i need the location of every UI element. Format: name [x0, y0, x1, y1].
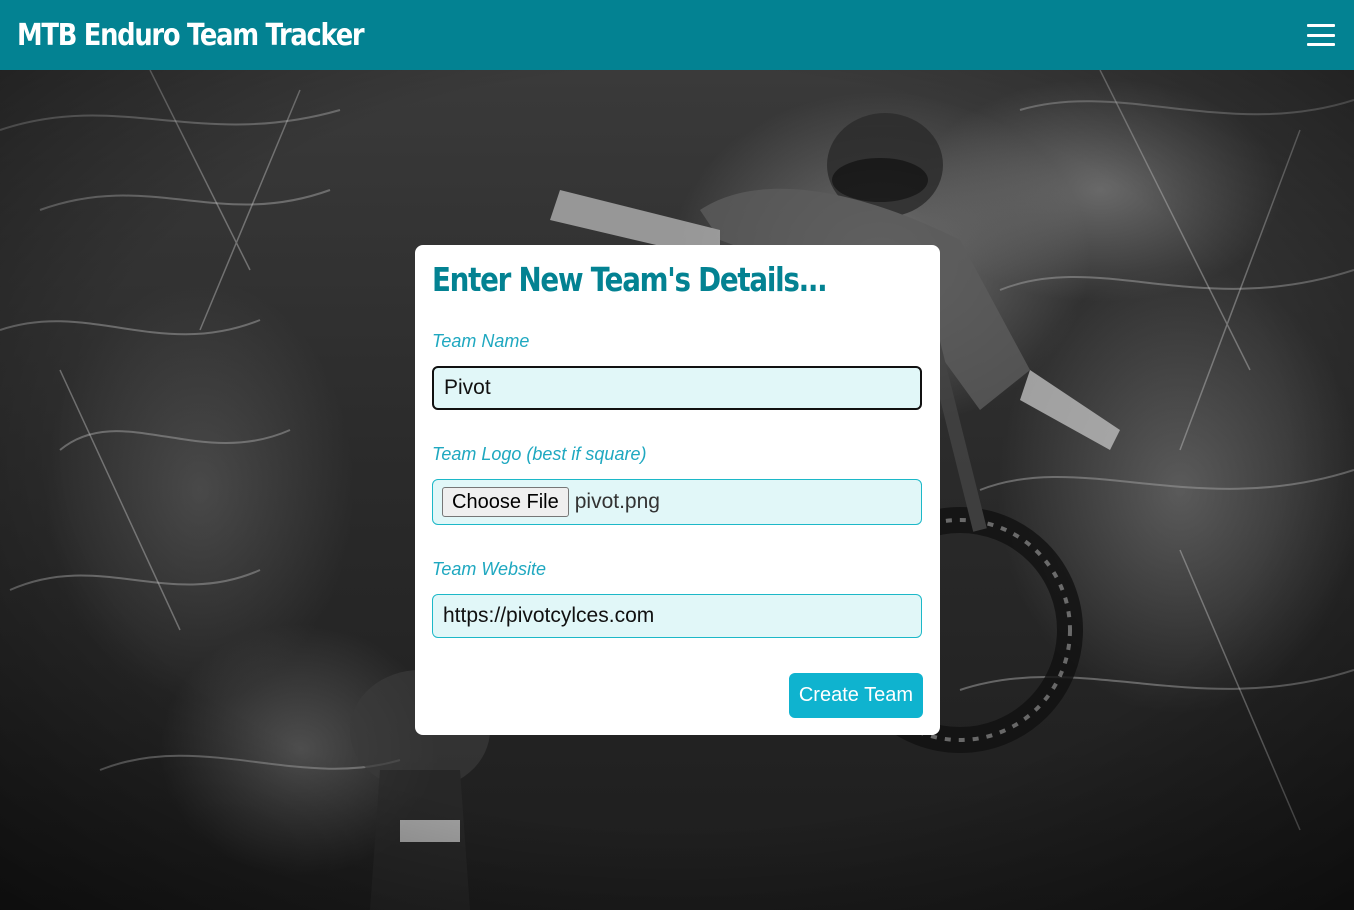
team-logo-file-input[interactable]: Choose File pivot.png	[432, 479, 922, 525]
navbar: MTB Enduro Team Tracker	[0, 0, 1354, 70]
choose-file-button[interactable]: Choose File	[442, 487, 569, 517]
hamburger-menu-icon[interactable]	[1307, 22, 1337, 48]
selected-file-name: pivot.png	[574, 490, 660, 513]
team-name-label: Team Name	[432, 331, 530, 351]
team-website-input[interactable]	[432, 594, 922, 638]
hamburger-line	[1307, 24, 1335, 27]
team-website-label: Team Website	[432, 559, 547, 579]
hamburger-line	[1307, 43, 1335, 46]
create-team-button[interactable]: Create Team	[788, 673, 923, 718]
form-actions: Create Team	[432, 673, 923, 718]
team-name-input[interactable]	[432, 366, 922, 410]
hamburger-line	[1307, 33, 1335, 37]
app-title[interactable]: MTB Enduro Team Tracker	[17, 18, 365, 53]
form-heading: Enter New Team's Details...	[432, 260, 828, 299]
team-logo-label: Team Logo (best if square)	[432, 444, 647, 464]
new-team-form-card: Enter New Team's Details... Team Name Te…	[415, 245, 940, 735]
